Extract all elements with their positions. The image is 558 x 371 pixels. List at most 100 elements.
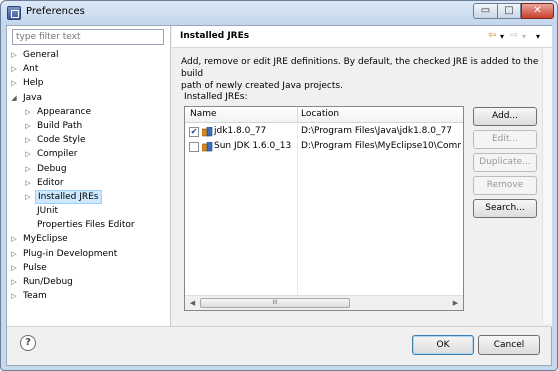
- column-divider[interactable]: [297, 107, 298, 123]
- tree-item[interactable]: ▷ Team: [7, 289, 170, 303]
- tree-item[interactable]: ▷ Plug-in Development: [7, 247, 170, 261]
- tree-item[interactable]: ▷ Debug: [7, 162, 170, 176]
- tree-item[interactable]: ◢ Java: [7, 91, 170, 105]
- collapsed-arrow-icon[interactable]: ▷: [10, 261, 18, 275]
- page-vertical-scrollbar[interactable]: [542, 48, 552, 324]
- jre-checkbox[interactable]: [189, 142, 199, 152]
- tree-item-label: MyEclipse: [23, 234, 68, 245]
- jre-name: jdk1.8.0_77: [214, 126, 267, 136]
- tree-item-label: Installed JREs: [35, 189, 102, 204]
- cancel-button[interactable]: Cancel: [478, 335, 540, 355]
- forward-menu-chevron-icon[interactable]: ▾: [522, 32, 526, 41]
- collapsed-arrow-icon[interactable]: ▷: [10, 275, 18, 289]
- dialog-client-area: ▷ General ▷ Ant ▷ Help ◢ Java ▷ Appearance ▷ Build …: [6, 25, 553, 366]
- preferences-window: Preferences ▭ □ ✕ ▷ General ▷ Ant ▷ Help ◢ Java…: [0, 0, 558, 371]
- table-row-jdk18[interactable]: ✔ jdk1.8.0_77 D:\Program Files\Java\jdk1…: [185, 125, 463, 139]
- tree-item[interactable]: Properties Files Editor: [7, 218, 170, 232]
- collapsed-arrow-icon[interactable]: ▷: [10, 62, 18, 76]
- tree-item[interactable]: ▷ Editor: [7, 176, 170, 190]
- minimize-button[interactable]: ▭: [473, 3, 498, 19]
- collapsed-arrow-icon[interactable]: ▷: [10, 247, 18, 261]
- page-title: Installed JREs: [180, 31, 250, 41]
- scroll-right-icon[interactable]: ▶: [449, 297, 462, 309]
- description-line-1: Add, remove or edit JRE definitions. By …: [181, 57, 539, 79]
- add-button[interactable]: Add...: [473, 107, 537, 126]
- column-header-name[interactable]: Name: [190, 109, 217, 119]
- column-header-location[interactable]: Location: [301, 109, 339, 119]
- tree-item-label: Compiler: [37, 149, 78, 160]
- collapsed-arrow-icon[interactable]: ▷: [24, 105, 32, 119]
- edit-button[interactable]: Edit...: [473, 130, 537, 149]
- help-icon[interactable]: ?: [20, 335, 36, 351]
- collapsed-arrow-icon[interactable]: ▷: [10, 289, 18, 303]
- maximize-button[interactable]: □: [498, 3, 521, 19]
- title-bar: Preferences ▭ □ ✕: [1, 1, 557, 25]
- tree-item[interactable]: ▷ Ant: [7, 62, 170, 76]
- jre-library-icon: [202, 142, 213, 152]
- ok-button[interactable]: OK: [412, 335, 474, 355]
- tree-item-label: Editor: [37, 177, 64, 188]
- tree-item-label: Ant: [23, 64, 39, 75]
- tree-item-label: Appearance: [37, 106, 92, 117]
- collapsed-arrow-icon[interactable]: ▷: [10, 76, 18, 90]
- expanded-arrow-icon[interactable]: ◢: [10, 91, 18, 105]
- table-header: Name Location: [185, 107, 463, 123]
- tree-item-label: Run/Debug: [23, 277, 73, 287]
- collapsed-arrow-icon[interactable]: ▷: [24, 147, 32, 161]
- forward-arrow-icon[interactable]: ⇨: [510, 30, 518, 41]
- filter-input[interactable]: [12, 29, 164, 45]
- jre-location: D:\Program Files\MyEclipse10\Common: [301, 141, 461, 151]
- tree-item[interactable]: ▷ General: [7, 48, 170, 62]
- description-line-2: path of newly created Java projects.: [181, 81, 343, 91]
- collapsed-arrow-icon[interactable]: ▷: [24, 119, 32, 133]
- tree-item-label: Code Style: [37, 135, 86, 146]
- jre-location: D:\Program Files\Java\jdk1.8.0_77: [301, 126, 452, 136]
- jre-library-icon: [202, 127, 213, 137]
- scroll-thumb[interactable]: III: [200, 298, 350, 308]
- collapsed-arrow-icon[interactable]: ▷: [10, 48, 18, 62]
- tree-item-label: Help: [23, 78, 44, 89]
- tree-item[interactable]: ▷ Code Style: [7, 133, 170, 147]
- scroll-left-icon[interactable]: ◀: [186, 297, 199, 309]
- close-button[interactable]: ✕: [521, 3, 554, 19]
- tree-item[interactable]: ▷ Run/Debug: [7, 275, 170, 289]
- back-menu-chevron-icon[interactable]: ▾: [500, 32, 504, 41]
- tree-item[interactable]: ▷ Help: [7, 76, 170, 90]
- horizontal-scrollbar[interactable]: ◀ III ▶: [185, 295, 463, 310]
- footer-divider: [7, 326, 553, 327]
- tree-item[interactable]: ▷ Pulse: [7, 261, 170, 275]
- tree-item-label: Build Path: [37, 120, 83, 131]
- view-menu-chevron-icon[interactable]: ▾: [536, 32, 540, 41]
- preference-tree-pane: ▷ General ▷ Ant ▷ Help ◢ Java ▷ Appearance ▷ Build …: [7, 26, 171, 326]
- tree-item[interactable]: ▷ Compiler: [7, 147, 170, 161]
- tree-item-label: Debug: [37, 163, 67, 174]
- duplicate-button[interactable]: Duplicate...: [473, 153, 537, 172]
- search-button[interactable]: Search...: [473, 199, 537, 218]
- tree-item-label: Team: [23, 291, 47, 302]
- collapsed-arrow-icon[interactable]: ▷: [24, 176, 32, 190]
- jre-table: Name Location ✔ jdk1.8.0_77 D:\Program F…: [184, 106, 464, 311]
- installed-jres-label: Installed JREs:: [184, 92, 248, 102]
- tree-item[interactable]: ▷ Installed JREs: [7, 189, 170, 204]
- tree-item-label: General: [23, 50, 59, 60]
- back-arrow-icon[interactable]: ⇦: [488, 30, 496, 41]
- preference-tree: ▷ General ▷ Ant ▷ Help ◢ Java ▷ Appearance ▷ Build …: [7, 48, 170, 303]
- tree-item[interactable]: ▷ Build Path: [7, 119, 170, 133]
- preferences-app-icon: [7, 6, 21, 20]
- table-row-sun-jdk[interactable]: Sun JDK 1.6.0_13 D:\Program Files\MyEcli…: [185, 140, 463, 154]
- tree-item[interactable]: JUnit: [7, 204, 170, 218]
- collapsed-arrow-icon[interactable]: ▷: [10, 232, 18, 246]
- collapsed-arrow-icon[interactable]: ▷: [24, 162, 32, 176]
- installed-jres-page: Installed JREs ⇦ ▾ ⇨ ▾ ▾ Add, remove or …: [172, 26, 552, 326]
- collapsed-arrow-icon[interactable]: ▷: [24, 190, 32, 204]
- jre-checkbox[interactable]: ✔: [189, 127, 199, 137]
- tree-item[interactable]: ▷ MyEclipse: [7, 232, 170, 246]
- tree-item[interactable]: ▷ Appearance: [7, 105, 170, 119]
- window-title: Preferences: [26, 6, 85, 17]
- collapsed-arrow-icon[interactable]: ▷: [24, 133, 32, 147]
- remove-button[interactable]: Remove: [473, 176, 537, 195]
- tree-item-label: Pulse: [23, 262, 47, 273]
- tree-item-label: JUnit: [37, 206, 58, 217]
- page-header: Installed JREs ⇦ ▾ ⇨ ▾ ▾: [172, 26, 552, 48]
- jre-name: Sun JDK 1.6.0_13: [214, 141, 292, 151]
